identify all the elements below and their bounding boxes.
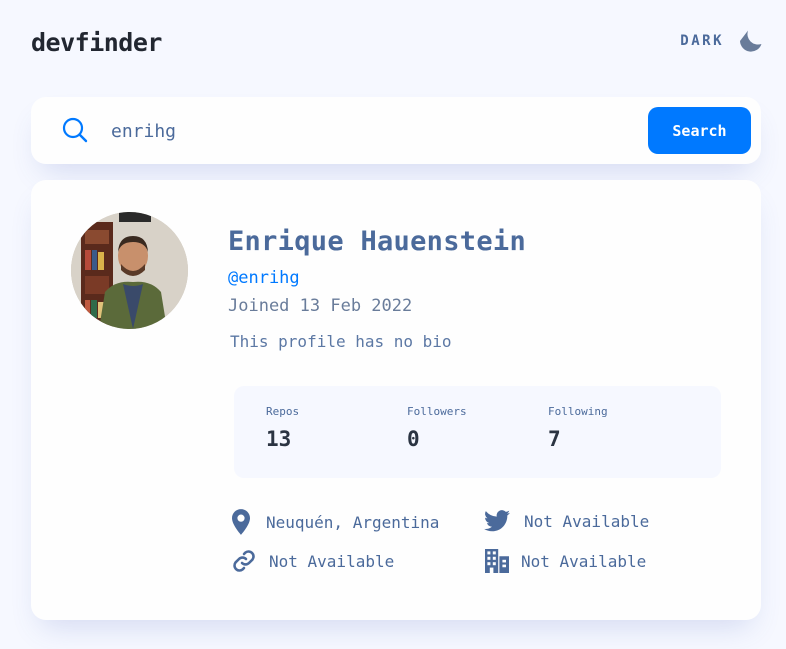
stat-label: Repos [266, 405, 300, 418]
stat-followers: Followers 0 [407, 405, 467, 451]
avatar [71, 212, 188, 329]
location-text: Neuquén, Argentina [266, 512, 440, 532]
search-bar: Search [31, 97, 761, 164]
building-icon [485, 549, 509, 573]
profile-card: Enrique Hauenstein @enrihg Joined 13 Feb… [31, 180, 761, 620]
stat-value: 0 [407, 427, 420, 451]
stat-following: Following 7 [548, 405, 608, 451]
location-pin-icon [232, 509, 250, 535]
website-item: Not Available [232, 549, 394, 573]
twitter-text: Not Available [524, 511, 650, 531]
theme-toggle-button[interactable]: DARK [680, 26, 762, 56]
search-input[interactable] [111, 114, 631, 148]
twitter-icon [484, 510, 510, 532]
stat-repos: Repos 13 [266, 405, 299, 451]
website-text: Not Available [269, 551, 395, 571]
profile-bio: This profile has no bio [230, 332, 452, 351]
stat-label: Followers [407, 405, 467, 418]
app-header: devfinder DARK [31, 26, 762, 60]
stat-value: 7 [548, 427, 561, 451]
profile-joined-date: Joined 13 Feb 2022 [228, 296, 413, 316]
search-button[interactable]: Search [648, 107, 751, 154]
moon-icon [740, 30, 762, 52]
link-icon [233, 550, 255, 572]
search-icon [62, 117, 88, 143]
company-item: Not Available [485, 549, 646, 573]
twitter-item: Not Available [484, 510, 649, 532]
profile-name: Enrique Hauenstein [228, 226, 526, 257]
app-logo: devfinder [31, 28, 162, 57]
profile-handle-link[interactable]: @enrihg [228, 268, 300, 288]
stat-label: Following [548, 405, 608, 418]
company-text: Not Available [521, 551, 647, 571]
theme-toggle-label: DARK [680, 33, 724, 49]
stat-value: 13 [266, 427, 292, 451]
location-item: Neuquén, Argentina [232, 509, 439, 535]
avatar-image [71, 212, 188, 329]
stats-panel: Repos 13 Followers 0 Following 7 [234, 386, 721, 478]
